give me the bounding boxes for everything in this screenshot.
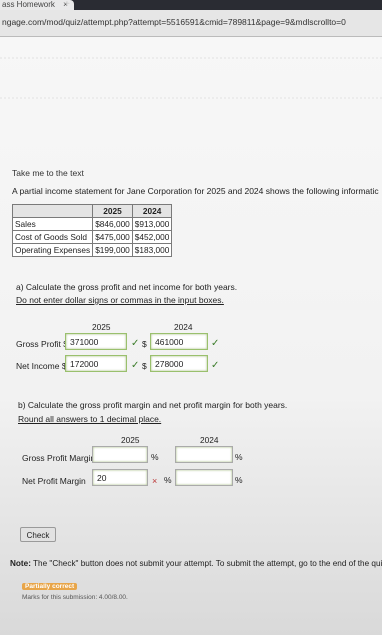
correct-check-icon: ✓ (211, 360, 220, 371)
table-header-cell: 2024 (131, 204, 173, 218)
percent-sign: % (164, 475, 172, 485)
url-text[interactable]: ngage.com/mod/quiz/attempt.php?attempt=5… (2, 17, 346, 27)
gross-profit-2025-input[interactable]: 371000 (65, 333, 127, 350)
year-2025-label: 2025 (92, 322, 111, 332)
table-row: Operating Expenses $199,000 $183,000 (11, 243, 173, 257)
dollar-sign: $ (142, 361, 147, 371)
percent-sign: % (235, 452, 243, 462)
percent-sign: % (235, 475, 243, 485)
part-b-question: b) Calculate the gross profit margin and… (18, 400, 288, 410)
gross-profit-label: Gross Profit $ (16, 339, 68, 349)
year-2024-label: 2024 (200, 435, 219, 445)
gross-margin-2025-input[interactable] (92, 446, 148, 463)
gross-margin-label: Gross Profit Margin (22, 453, 96, 463)
divider (0, 97, 382, 99)
table-row: Sales $846,000 $913,000 (11, 217, 173, 231)
net-income-2025-input[interactable]: 172000 (65, 355, 127, 372)
cell-2024: $183,000 (131, 243, 173, 257)
submit-note: Note: The "Check" button does not submit… (10, 559, 382, 568)
income-statement-table: 2025 2024 Sales $846,000 $913,000 Cost o… (11, 204, 173, 257)
table-header-cell: 2025 (92, 204, 133, 218)
cell-2025: $199,000 (92, 243, 133, 257)
question-intro: A partial income statement for Jane Corp… (12, 186, 379, 196)
percent-sign: % (151, 452, 159, 462)
status-badge: Partially correct (22, 583, 78, 590)
marks-text: Marks for this submission: 4.00/8.00. (22, 594, 128, 601)
row-label: Cost of Goods Sold (11, 230, 94, 244)
net-income-2024-input[interactable]: 278000 (150, 355, 208, 372)
check-button[interactable]: Check (20, 527, 56, 542)
gross-profit-2024-input[interactable]: 461000 (150, 333, 208, 350)
new-tab-icon[interactable]: + (64, 0, 70, 10)
net-margin-2024-input[interactable] (175, 469, 233, 486)
part-a-instruction: Do not enter dollar signs or commas in t… (16, 295, 224, 305)
take-me-to-text-link[interactable]: Take me to the text (12, 168, 84, 178)
net-income-label: Net Income $ (16, 361, 67, 371)
part-b-instruction: Round all answers to 1 decimal place. (18, 414, 162, 424)
note-text: The "Check" button does not submit your … (30, 559, 382, 568)
table-row: Cost of Goods Sold $475,000 $452,000 (11, 230, 173, 244)
table-header-cell (11, 204, 94, 218)
table-header-row: 2025 2024 (11, 204, 173, 218)
cell-2025: $475,000 (92, 230, 133, 244)
row-label: Operating Expenses (11, 243, 94, 257)
correct-check-icon: ✓ (131, 338, 140, 349)
correct-check-icon: ✓ (211, 338, 220, 349)
incorrect-icon: × (152, 476, 158, 486)
year-2025-label: 2025 (121, 435, 140, 445)
cell-2024: $452,000 (131, 230, 173, 244)
dollar-sign: $ (142, 339, 147, 349)
note-label: Note: (10, 559, 31, 568)
browser-tab[interactable]: ass Homework × (0, 0, 74, 10)
net-margin-2025-input[interactable]: 20 (92, 469, 148, 486)
row-label: Sales (11, 217, 94, 231)
net-margin-label: Net Profit Margin (22, 476, 86, 486)
correct-check-icon: ✓ (131, 360, 140, 371)
part-a-question: a) Calculate the gross profit and net in… (16, 282, 238, 292)
browser-tab-bar: ass Homework × + (0, 0, 382, 10)
address-bar[interactable]: ngage.com/mod/quiz/attempt.php?attempt=5… (0, 10, 382, 37)
divider (0, 57, 382, 59)
gross-margin-2024-input[interactable] (175, 446, 233, 463)
cell-2024: $913,000 (131, 217, 173, 231)
cell-2025: $846,000 (92, 217, 133, 231)
quiz-page: Take me to the text A partial income sta… (0, 37, 382, 635)
year-2024-label: 2024 (174, 322, 193, 332)
browser-tab-label: ass Homework (2, 0, 55, 9)
